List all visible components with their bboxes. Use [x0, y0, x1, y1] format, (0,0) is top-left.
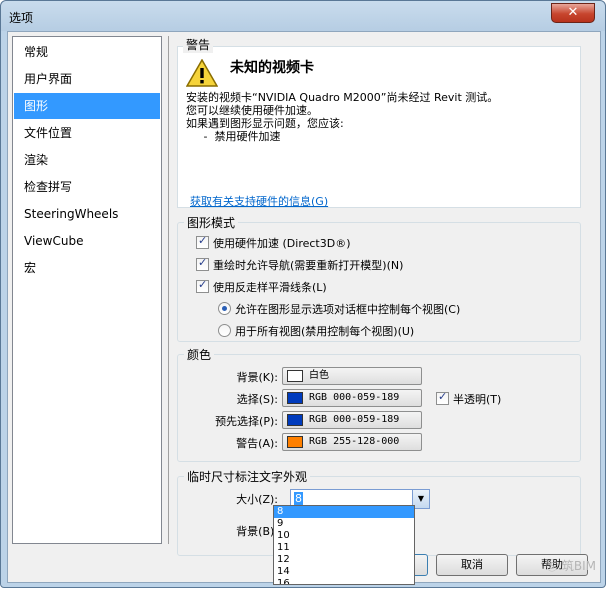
- per-view-label: 允许在图形显示选项对话框中控制每个视图(C): [235, 303, 461, 316]
- per-view-radio-option[interactable]: 允许在图形显示选项对话框中控制每个视图(C): [218, 301, 460, 317]
- select-color-label: 选择(S):: [236, 393, 278, 406]
- select-color-value: RGB 000-059-189: [309, 392, 400, 403]
- hw-accel-checkbox[interactable]: [196, 234, 209, 249]
- dropdown-option[interactable]: 11: [274, 542, 414, 554]
- all-views-radio[interactable]: [218, 324, 231, 337]
- size-dropdown-list[interactable]: 8 9 10 11 12 14 16: [273, 505, 415, 585]
- select-color-button[interactable]: RGB 000-059-189: [282, 389, 422, 407]
- all-views-label: 用于所有视图(禁用控制每个视图)(U): [235, 325, 415, 338]
- preselect-color-button[interactable]: RGB 000-059-189: [282, 411, 422, 429]
- colors-group: 颜色 背景(K): 白色 选择(S): RGB 000-059-189 半透明(…: [177, 346, 581, 462]
- size-label: 大小(Z):: [236, 493, 278, 506]
- bg-color-label: 背景(K):: [236, 371, 278, 384]
- size-value: 8: [294, 492, 303, 505]
- warning-box: 未知的视频卡 安装的视频卡“NVIDIA Quadro M2000”尚未经过 R…: [177, 46, 581, 208]
- close-button[interactable]: ✕: [551, 3, 595, 23]
- graphics-mode-title: 图形模式: [184, 214, 239, 231]
- hw-accel-label: 使用硬件加速 (Direct3D®): [213, 237, 351, 250]
- preselect-color-label: 预先选择(P):: [215, 415, 278, 428]
- dropdown-option[interactable]: 14: [274, 566, 414, 578]
- temp-bg-label: 背景(B):: [236, 525, 278, 538]
- nav-item-viewcube[interactable]: ViewCube: [14, 228, 160, 254]
- preselect-color-value: RGB 000-059-189: [309, 414, 400, 425]
- alert-swatch: [287, 436, 303, 448]
- nav-item-file-locations[interactable]: 文件位置: [14, 120, 160, 146]
- bg-swatch: [287, 370, 303, 382]
- nav-item-macros[interactable]: 宏: [14, 255, 160, 281]
- dropdown-option[interactable]: 16: [274, 578, 414, 584]
- dropdown-option[interactable]: 9: [274, 518, 414, 530]
- per-view-radio[interactable]: [218, 302, 231, 315]
- warning-line-4: - 禁用硬件加速: [186, 130, 281, 143]
- warning-heading: 未知的视频卡: [230, 60, 314, 76]
- window-title: 选项: [9, 11, 34, 25]
- graphics-mode-group: 图形模式 使用硬件加速 (Direct3D®) 重绘时允许导航(需要重新打开模型…: [177, 214, 581, 342]
- antialias-checkbox[interactable]: [196, 278, 209, 293]
- hw-accel-option[interactable]: 使用硬件加速 (Direct3D®): [196, 234, 351, 251]
- nav-item-rendering[interactable]: 渲染: [14, 147, 160, 173]
- warning-icon: [186, 59, 218, 87]
- navigate-redraw-label: 重绘时允许导航(需要重新打开模型)(N): [213, 259, 404, 272]
- nav-item-ui[interactable]: 用户界面: [14, 66, 160, 92]
- dropdown-option[interactable]: 8: [274, 506, 414, 518]
- nav-item-steeringwheels[interactable]: SteeringWheels: [14, 201, 160, 227]
- options-nav: 常规 用户界面 图形 文件位置 渲染 检查拼写 SteeringWheels V…: [12, 36, 162, 544]
- semi-transparent-checkbox[interactable]: [436, 390, 449, 405]
- all-views-radio-option[interactable]: 用于所有视图(禁用控制每个视图)(U): [218, 323, 414, 339]
- dropdown-option[interactable]: 12: [274, 554, 414, 566]
- preselect-swatch: [287, 414, 303, 426]
- alert-color-button[interactable]: RGB 255-128-000: [282, 433, 422, 451]
- dropdown-option[interactable]: 10: [274, 530, 414, 542]
- bg-color-button[interactable]: 白色: [282, 367, 422, 385]
- semi-transparent-option[interactable]: 半透明(T): [436, 390, 502, 407]
- warning-group-title: 警告: [183, 36, 214, 53]
- nav-item-graphics[interactable]: 图形: [14, 93, 160, 119]
- cancel-button[interactable]: 取消: [436, 554, 508, 576]
- alert-color-label: 警告(A):: [236, 437, 278, 450]
- select-swatch: [287, 392, 303, 404]
- bg-color-value: 白色: [309, 370, 329, 381]
- title-bar[interactable]: 选项 ✕: [1, 1, 605, 31]
- antialias-label: 使用反走样平滑线条(L): [213, 281, 327, 294]
- nav-item-general[interactable]: 常规: [14, 39, 160, 65]
- options-dialog: 选项 ✕ 常规 用户界面 图形 文件位置 渲染 检查拼写 SteeringWhe…: [0, 0, 606, 588]
- semi-transparent-label: 半透明(T): [453, 393, 502, 406]
- nav-item-spelling[interactable]: 检查拼写: [14, 174, 160, 200]
- navigate-redraw-checkbox[interactable]: [196, 256, 209, 271]
- navigate-redraw-option[interactable]: 重绘时允许导航(需要重新打开模型)(N): [196, 256, 404, 273]
- watermark-text: Ⓢ 筑BIM: [546, 559, 596, 573]
- alert-color-value: RGB 255-128-000: [309, 436, 400, 447]
- colors-title: 颜色: [184, 346, 215, 363]
- antialias-option[interactable]: 使用反走样平滑线条(L): [196, 278, 327, 295]
- supported-hardware-link[interactable]: 获取有关支持硬件的信息(G): [190, 193, 328, 209]
- dialog-client: 常规 用户界面 图形 文件位置 渲染 检查拼写 SteeringWheels V…: [7, 31, 601, 583]
- temp-dim-title: 临时尺寸标注文字外观: [184, 468, 311, 485]
- graphics-settings-panel: 警告 未知的视频卡 安装的视频卡“NVIDIA Quadro M2000”尚未经…: [168, 36, 598, 556]
